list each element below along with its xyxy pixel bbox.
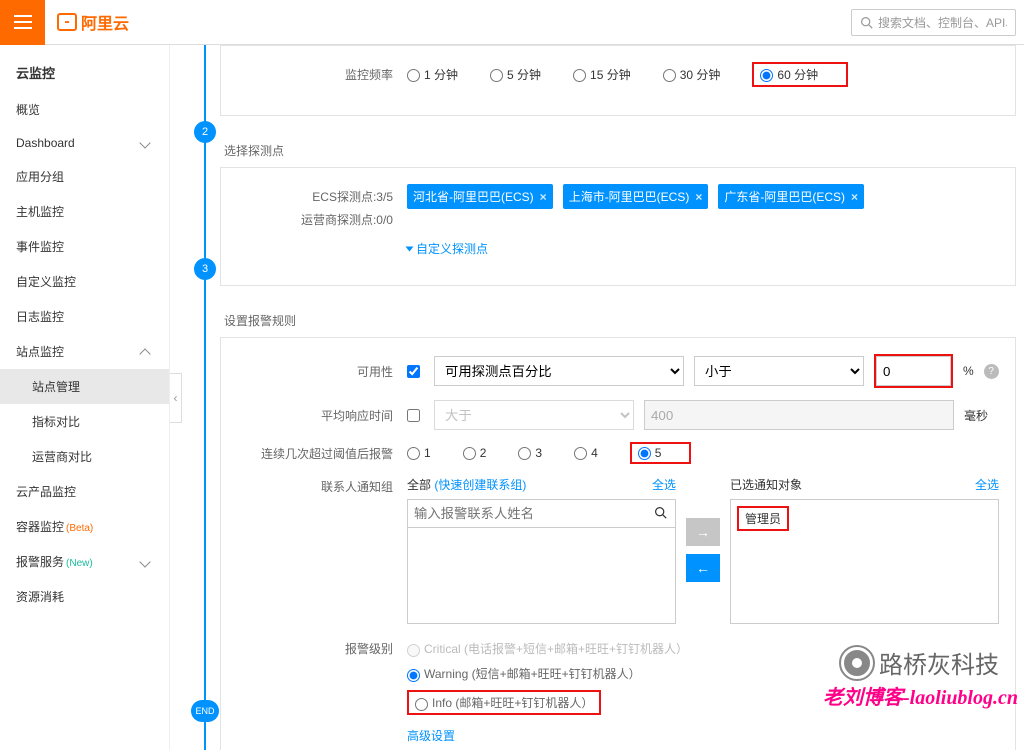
probe-tag-hebei[interactable]: 河北省-阿里巴巴(ECS)× (407, 184, 553, 209)
sidebar-collapse[interactable]: ‹ (170, 373, 182, 423)
freq-30min[interactable]: 30 分钟 (663, 66, 721, 83)
select-all-left[interactable]: 全选 (652, 476, 676, 493)
sidebar-item-dashboard[interactable]: Dashboard (0, 127, 169, 159)
close-icon[interactable]: × (851, 190, 858, 204)
close-icon[interactable]: × (540, 190, 547, 204)
highlight-level-info: Info (邮箱+旺旺+钉钉机器人） (407, 690, 601, 715)
highlight-consec-5: 5 (630, 442, 692, 464)
label-availability: 可用性 (237, 363, 407, 380)
brand-text: 阿里云 (81, 10, 129, 34)
step-2-title: 选择探测点 (220, 138, 1016, 167)
brand-logo[interactable]: 阿里云 (57, 10, 129, 34)
contact-search-input[interactable] (408, 500, 646, 527)
transfer-left-button[interactable]: ← (686, 554, 720, 582)
sidebar: 云监控 概览 Dashboard 应用分组 主机监控 事件监控 自定义监控 日志… (0, 45, 170, 750)
freq-15min[interactable]: 15 分钟 (573, 66, 631, 83)
avg-response-value (644, 400, 954, 430)
triangle-icon (406, 247, 414, 252)
watermark-logo-icon (841, 647, 873, 679)
select-all-right[interactable]: 全选 (975, 476, 999, 493)
label-carrier-probe: 运营商探测点:0/0 (237, 211, 393, 228)
sidebar-item-alarm[interactable]: 报警服务(New) (0, 544, 169, 579)
highlight-threshold (874, 354, 953, 388)
sidebar-item-app-group[interactable]: 应用分组 (0, 159, 169, 194)
sidebar-item-cloud-product[interactable]: 云产品监控 (0, 474, 169, 509)
sidebar-item-carrier-compare[interactable]: 运营商对比 (0, 439, 169, 474)
availability-value-input[interactable] (876, 356, 951, 386)
freq-60min[interactable]: 60 分钟 (760, 66, 818, 83)
label-avg-response: 平均响应时间 (237, 407, 407, 424)
sidebar-item-site-manage[interactable]: 站点管理 (0, 369, 169, 404)
avg-response-compare: 大于 (434, 400, 634, 430)
percent-label: % (963, 364, 974, 378)
label-contact-group: 联系人通知组 (237, 476, 407, 495)
custom-probe-link[interactable]: 自定义探测点 (407, 240, 488, 257)
help-icon[interactable]: ? (984, 364, 999, 379)
step-3-title: 设置报警规则 (220, 308, 1016, 337)
sidebar-item-log-monitor[interactable]: 日志监控 (0, 299, 169, 334)
probe-tag-guangdong[interactable]: 广东省-阿里巴巴(ECS)× (718, 184, 864, 209)
chevron-down-icon (139, 556, 150, 567)
selected-contact-admin[interactable]: 管理员 (737, 506, 789, 531)
timeline-line (204, 45, 206, 750)
close-icon[interactable]: × (695, 190, 702, 204)
selected-contacts-label: 已选通知对象 (730, 476, 802, 493)
consec-1[interactable]: 1 (407, 446, 431, 460)
advanced-settings-link[interactable]: 高级设置 (407, 727, 455, 744)
quick-create-group-link[interactable]: (快速创建联系组) (434, 478, 526, 492)
consec-2[interactable]: 2 (463, 446, 487, 460)
level-warning[interactable]: Warning (短信+邮箱+旺旺+钉钉机器人） (407, 665, 641, 682)
step-2-marker: 2 (194, 121, 216, 143)
level-critical[interactable]: Critical (电话报警+短信+邮箱+旺旺+钉钉机器人） (407, 640, 688, 657)
sidebar-item-host-monitor[interactable]: 主机监控 (0, 194, 169, 229)
global-search[interactable]: 搜索文档、控制台、API、解决方 (851, 9, 1016, 36)
availability-checkbox[interactable] (407, 365, 420, 378)
search-placeholder: 搜索文档、控制台、API、解决方 (878, 14, 1007, 31)
label-consecutive: 连续几次超过阈值后报警 (237, 445, 407, 462)
contacts-available-list[interactable] (407, 499, 676, 624)
sidebar-item-overview[interactable]: 概览 (0, 92, 169, 127)
watermark-url: 老刘博客-laoliublog.cn (823, 681, 1018, 710)
sidebar-item-metric-compare[interactable]: 指标对比 (0, 404, 169, 439)
chevron-down-icon (139, 137, 150, 148)
probe-tag-shanghai[interactable]: 上海市-阿里巴巴(ECS)× (563, 184, 709, 209)
chevron-up-icon (139, 348, 150, 359)
frequency-radio-group: 1 分钟 5 分钟 15 分钟 30 分钟 60 分钟 (407, 62, 999, 87)
level-info[interactable]: Info (邮箱+旺旺+钉钉机器人） (415, 694, 593, 711)
consec-4[interactable]: 4 (574, 446, 598, 460)
sidebar-item-resource[interactable]: 资源消耗 (0, 579, 169, 614)
sidebar-item-custom-monitor[interactable]: 自定义监控 (0, 264, 169, 299)
label-monitor-frequency: 监控频率 (237, 66, 407, 83)
menu-toggle[interactable] (0, 0, 45, 45)
logo-icon (57, 13, 77, 31)
contacts-selected-list[interactable]: 管理员 (730, 499, 999, 624)
freq-1min[interactable]: 1 分钟 (407, 66, 458, 83)
ms-label: 毫秒 (964, 407, 988, 424)
search-icon[interactable] (646, 506, 675, 522)
consec-3[interactable]: 3 (518, 446, 542, 460)
end-marker: END (191, 700, 219, 722)
watermark-brand: 路桥灰科技 (841, 645, 999, 680)
transfer-right-button[interactable]: → (686, 518, 720, 546)
freq-5min[interactable]: 5 分钟 (490, 66, 541, 83)
label-alarm-level: 报警级别 (237, 640, 407, 657)
sidebar-item-site-monitor[interactable]: 站点监控 (0, 334, 169, 369)
step-3-marker: 3 (194, 258, 216, 280)
availability-metric-select[interactable]: 可用探测点百分比 (434, 356, 684, 386)
service-title: 云监控 (0, 53, 169, 92)
sidebar-item-container[interactable]: 容器监控(Beta) (0, 509, 169, 544)
avg-response-checkbox[interactable] (407, 409, 420, 422)
highlight-freq-60: 60 分钟 (752, 62, 848, 87)
search-icon (860, 16, 873, 29)
availability-compare-select[interactable]: 小于 (694, 356, 864, 386)
sidebar-item-event-monitor[interactable]: 事件监控 (0, 229, 169, 264)
label-ecs-probe: ECS探测点:3/5 (237, 188, 393, 205)
all-contacts-label: 全部 (407, 478, 431, 492)
consec-5[interactable]: 5 (638, 446, 662, 460)
